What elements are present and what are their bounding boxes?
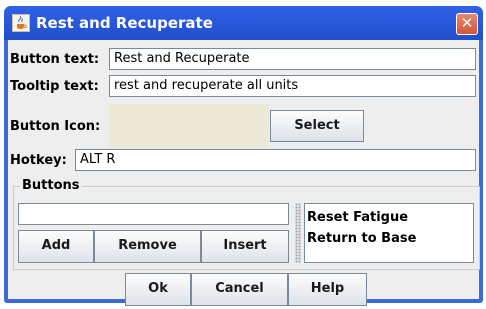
close-button[interactable]: ✕ xyxy=(456,13,478,35)
cancel-button[interactable]: Cancel xyxy=(191,273,288,306)
button-icon-label: Button Icon: xyxy=(10,119,101,134)
buttons-list[interactable]: Reset Fatigue Return to Base xyxy=(304,203,474,263)
close-icon: ✕ xyxy=(460,14,474,32)
remove-button[interactable]: Remove xyxy=(94,230,201,263)
ok-button[interactable]: Ok xyxy=(125,273,191,306)
add-button[interactable]: Add xyxy=(18,230,94,263)
title-bar[interactable]: Rest and Recuperate ✕ xyxy=(4,6,483,40)
splitter-handle[interactable] xyxy=(295,203,301,263)
hotkey-field[interactable]: ALT R xyxy=(75,149,476,171)
java-cup-icon xyxy=(12,14,30,32)
button-icon-preview xyxy=(109,104,269,148)
buttons-group-title: Buttons xyxy=(20,178,82,193)
insert-button[interactable]: Insert xyxy=(201,230,289,263)
list-item[interactable]: Return to Base xyxy=(307,228,471,249)
tooltip-text-field[interactable]: rest and recuperate all units xyxy=(109,75,476,97)
button-entry-input[interactable] xyxy=(18,203,289,225)
help-button[interactable]: Help xyxy=(288,273,367,306)
button-text-label: Button text: xyxy=(10,52,100,67)
dialog-content: Button text: Rest and Recuperate Tooltip… xyxy=(8,40,480,306)
select-icon-button[interactable]: Select xyxy=(270,110,364,142)
dialog-window: Rest and Recuperate ✕ Button text: Rest … xyxy=(4,6,483,306)
button-text-field[interactable]: Rest and Recuperate xyxy=(109,48,476,70)
tooltip-text-label: Tooltip text: xyxy=(10,79,99,94)
hotkey-label: Hotkey: xyxy=(10,153,67,168)
window-title: Rest and Recuperate xyxy=(36,14,213,32)
list-item[interactable]: Reset Fatigue xyxy=(307,207,471,228)
